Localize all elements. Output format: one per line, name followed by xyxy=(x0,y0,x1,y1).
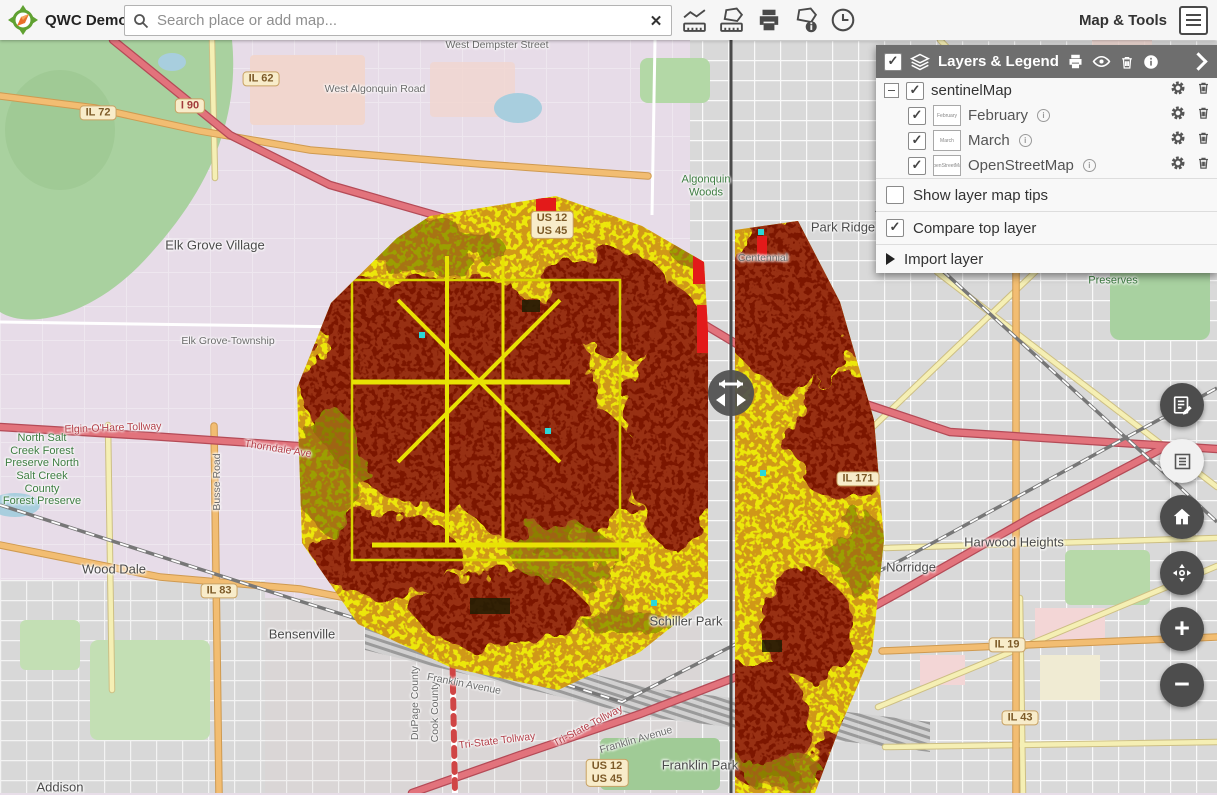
compare-slider-handle[interactable] xyxy=(708,370,754,416)
time-manager-tool-button[interactable] xyxy=(824,3,861,37)
identify-region-tool-button[interactable] xyxy=(787,3,824,37)
legend-list-button[interactable] xyxy=(1160,439,1204,483)
layer-row-march[interactable]: March March xyxy=(876,128,1217,153)
layers-panel: Layers & Legend xyxy=(876,45,1217,273)
layer-row-sentinelmap[interactable]: sentinelMap xyxy=(876,78,1217,103)
layer-delete-icon[interactable] xyxy=(1196,80,1211,101)
home-button[interactable] xyxy=(1160,495,1204,539)
menu-label: Map & Tools xyxy=(1079,12,1167,29)
layer-checkbox[interactable] xyxy=(908,157,926,175)
layer-info-icon[interactable] xyxy=(1019,134,1032,147)
zoom-out-label: − xyxy=(1174,671,1190,698)
layer-label: OpenStreetMap xyxy=(968,157,1074,174)
zoom-out-button[interactable]: − xyxy=(1160,663,1204,707)
qwc-logo-icon xyxy=(8,5,38,35)
option-checkbox[interactable] xyxy=(886,186,904,204)
layer-label: March xyxy=(968,132,1010,149)
search-icon xyxy=(133,13,149,29)
panel-info-icon[interactable] xyxy=(1143,54,1159,70)
layer-settings-icon[interactable] xyxy=(1170,155,1186,176)
layer-settings-icon[interactable] xyxy=(1170,130,1186,151)
layers-panel-header: Layers & Legend xyxy=(876,45,1217,78)
option-label: Show layer map tips xyxy=(913,187,1048,204)
collapse-group-icon[interactable] xyxy=(884,83,899,98)
panel-title: Layers & Legend xyxy=(938,53,1059,70)
option-compare-top-layer[interactable]: Compare top layer xyxy=(876,211,1217,244)
layer-legend-thumbnail: March xyxy=(933,130,961,151)
layer-label: February xyxy=(968,107,1028,124)
print-tool-button[interactable] xyxy=(750,3,787,37)
layer-info-icon[interactable] xyxy=(1037,109,1050,122)
option-checkbox[interactable] xyxy=(886,219,904,237)
search-input[interactable] xyxy=(155,11,641,30)
layers-icon xyxy=(910,52,930,72)
clear-all-layers-icon[interactable] xyxy=(1119,54,1135,70)
option-label: Compare top layer xyxy=(913,220,1036,237)
brand-title: QWC Demo xyxy=(45,12,128,29)
layer-row-openstreetmap[interactable]: OpenStreetMap OpenStreetMap xyxy=(876,153,1217,178)
layer-row-february[interactable]: February February xyxy=(876,103,1217,128)
zoom-in-button[interactable]: + xyxy=(1160,607,1204,651)
layer-delete-icon[interactable] xyxy=(1196,130,1211,151)
layer-checkbox[interactable] xyxy=(906,82,924,100)
layer-label: sentinelMap xyxy=(931,82,1012,99)
layer-settings-icon[interactable] xyxy=(1170,105,1186,126)
sketch-tool-button[interactable] xyxy=(713,3,750,37)
app-menu: Map & Tools xyxy=(1079,0,1208,40)
toolbar xyxy=(676,0,861,40)
import-layer-label: Import layer xyxy=(904,251,983,268)
panel-master-checkbox[interactable] xyxy=(884,53,902,71)
locate-button[interactable] xyxy=(1160,551,1204,595)
layer-delete-icon[interactable] xyxy=(1196,105,1211,126)
layer-settings-icon[interactable] xyxy=(1170,80,1186,101)
top-bar: QWC Demo ✕ xyxy=(0,0,1217,40)
measure-tool-button[interactable] xyxy=(676,3,713,37)
expand-arrow-icon[interactable] xyxy=(886,253,895,265)
search-box[interactable]: ✕ xyxy=(124,5,672,36)
search-clear-icon[interactable]: ✕ xyxy=(641,6,671,35)
option-show-map-tips[interactable]: Show layer map tips xyxy=(876,178,1217,211)
layer-legend-thumbnail: OpenStreetMap xyxy=(933,155,961,176)
import-layer-row[interactable]: Import layer xyxy=(876,244,1217,273)
toggle-visibility-icon[interactable] xyxy=(1092,52,1111,71)
layer-checkbox[interactable] xyxy=(908,107,926,125)
collapse-panel-icon[interactable] xyxy=(1189,52,1207,70)
layer-legend-thumbnail: February xyxy=(933,105,961,126)
layer-delete-icon[interactable] xyxy=(1196,155,1211,176)
edit-notes-button[interactable] xyxy=(1160,383,1204,427)
zoom-in-label: + xyxy=(1174,615,1190,642)
menu-hamburger-button[interactable] xyxy=(1179,6,1208,35)
layer-info-icon[interactable] xyxy=(1083,159,1096,172)
print-legend-icon[interactable] xyxy=(1067,53,1084,70)
layer-checkbox[interactable] xyxy=(908,132,926,150)
app-brand: QWC Demo xyxy=(8,5,128,35)
